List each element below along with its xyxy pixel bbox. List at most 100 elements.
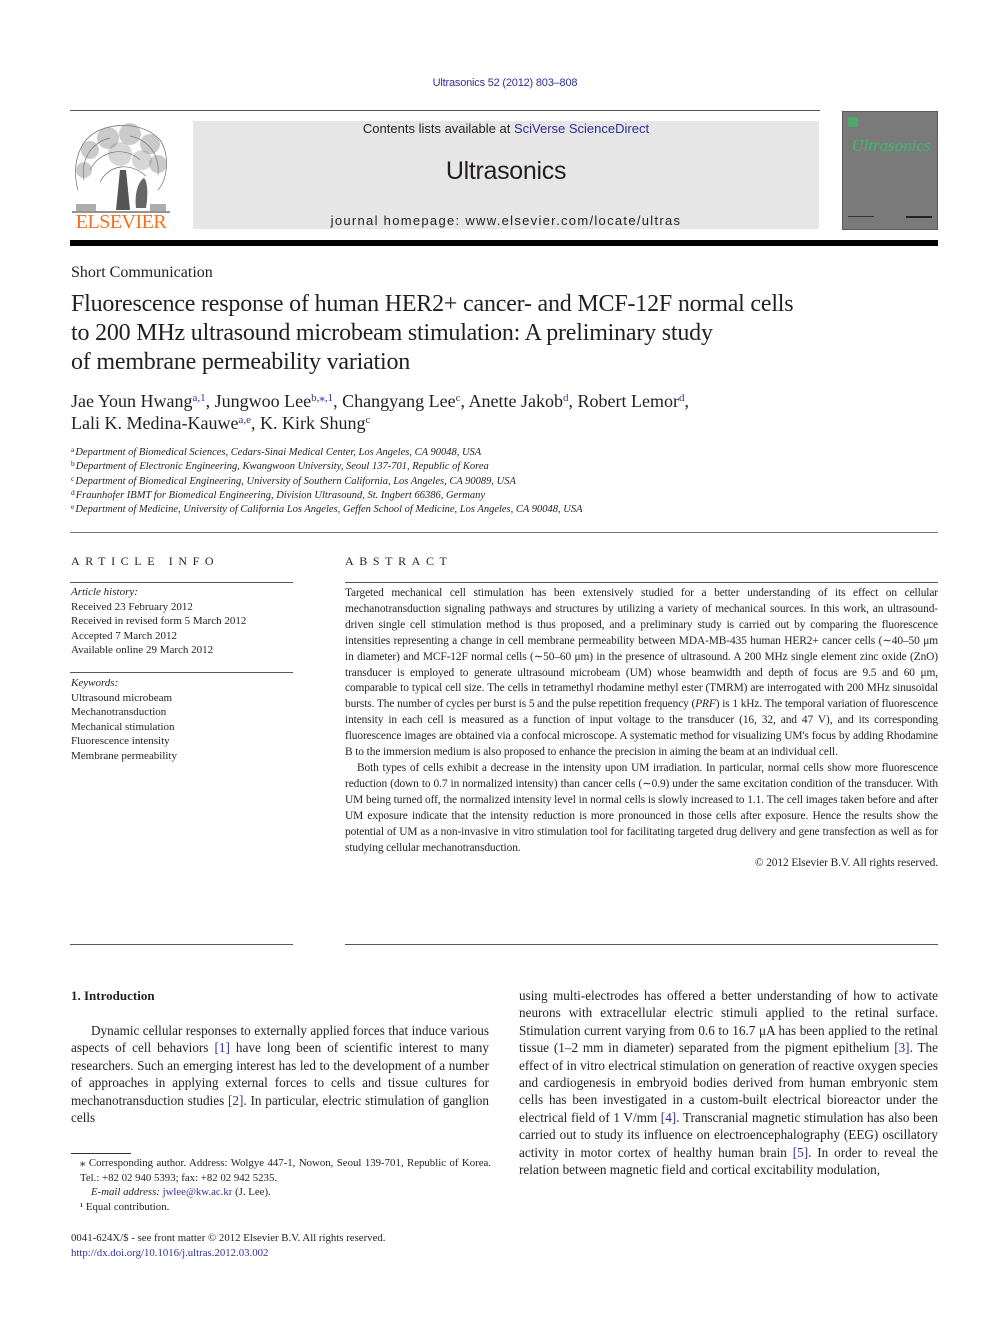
- keyword: Fluorescence intensity: [71, 735, 170, 747]
- article-type: Short Communication: [71, 264, 213, 281]
- abstract-paragraph: Targeted mechanical cell stimulation has…: [345, 587, 938, 759]
- affiliation-key: a: [71, 445, 75, 454]
- affiliation-text: Department of Biomedical Engineering, Un…: [75, 475, 516, 487]
- affiliation-text: Fraunhofer IBMT for Biomedical Engineeri…: [75, 489, 486, 501]
- affiliation-key: e: [71, 502, 75, 512]
- history-item: Available online 29 March 2012: [71, 644, 214, 656]
- front-matter: 0041-624X/$ - see front matter © 2012 El…: [71, 1231, 511, 1260]
- body-paragraph: Dynamic cellular responses to externally…: [71, 1023, 489, 1126]
- cover-decoration: [906, 216, 932, 218]
- header-thick-divider: [70, 240, 938, 246]
- author-list: Jae Youn Hwanga,1, Jungwoo Leeb,⁎,1, Cha…: [71, 390, 931, 434]
- body-column-right: using multi-electrodes has offered a bet…: [519, 987, 938, 1178]
- history-item: Received in revised form 5 March 2012: [71, 615, 247, 627]
- keyword: Membrane permeability: [71, 749, 177, 762]
- homepage-url[interactable]: www.elsevier.com/locate/ultras: [465, 213, 681, 228]
- citation-link[interactable]: [2]: [228, 1093, 243, 1108]
- doi-link[interactable]: http://dx.doi.org/10.1016/j.ultras.2012.…: [71, 1247, 268, 1259]
- footnotes: ⁎ Corresponding author. Address: Wolgye …: [71, 1156, 491, 1214]
- corresponding-author-footnote: ⁎ Corresponding author. Address: Wolgye …: [80, 1157, 491, 1184]
- author-affiliation-link[interactable]: a,e: [238, 414, 251, 426]
- divider: [345, 944, 938, 945]
- issn-line: 0041-624X/$ - see front matter © 2012 El…: [71, 1232, 386, 1244]
- author-name: Jae Youn Hwang: [71, 391, 193, 411]
- separator: ,: [684, 391, 689, 411]
- author-name: Changyang Lee: [342, 391, 456, 411]
- separator: ,: [205, 391, 215, 411]
- author-name: Robert Lemor: [577, 391, 679, 411]
- journal-citation-link[interactable]: Ultrasonics 52 (2012) 803–808: [0, 77, 992, 89]
- cover-decoration: [848, 216, 874, 217]
- article-history: Article history: Received 23 February 20…: [71, 585, 293, 658]
- sciencedirect-link[interactable]: SciVerse ScienceDirect: [514, 121, 649, 136]
- citation-link[interactable]: [3]: [894, 1040, 909, 1055]
- title-line: Fluorescence response of human HER2+ can…: [71, 291, 794, 317]
- author-affiliation-link[interactable]: c: [365, 414, 370, 426]
- affiliation: cDepartment of Biomedical Engineering, U…: [71, 473, 931, 489]
- journal-name: Ultrasonics: [445, 157, 567, 185]
- contents-line: Contents lists available at SciVerse Sci…: [193, 121, 819, 136]
- citation-link[interactable]: [1]: [214, 1040, 229, 1055]
- elsevier-wordmark: ELSEVIER: [75, 211, 167, 233]
- author-name: Lali K. Medina-Kauwe: [71, 413, 239, 433]
- footnote-divider: [71, 1153, 131, 1154]
- affiliation: eDepartment of Medicine, University of C…: [71, 503, 931, 517]
- affiliation-text: Department of Electronic Engineering, Kw…: [75, 461, 489, 473]
- email-link[interactable]: jwlee@kw.ac.kr: [163, 1186, 233, 1198]
- keyword: Ultrasound microbeam: [71, 691, 173, 704]
- prf-term: PRF: [695, 698, 716, 711]
- divider: [70, 532, 938, 533]
- copyright-notice: © 2012 Elsevier B.V. All rights reserved…: [754, 857, 938, 870]
- divider: [70, 582, 293, 583]
- history-item: Accepted 7 March 2012: [71, 629, 177, 642]
- top-divider: [70, 110, 820, 111]
- author-line: Jae Youn Hwanga,1, Jungwoo Leeb,⁎,1, Cha…: [71, 390, 931, 412]
- affiliation: aDepartment of Biomedical Sciences, Ceda…: [71, 446, 931, 460]
- author-affiliation-link[interactable]: a,1: [193, 392, 206, 404]
- homepage-prefix: journal homepage:: [330, 213, 466, 228]
- citation-link[interactable]: [4]: [661, 1110, 676, 1125]
- divider: [70, 672, 293, 673]
- separator: ,: [460, 391, 469, 411]
- affiliation: dFraunhofer IBMT for Biomedical Engineer…: [71, 489, 931, 503]
- history-item: Received 23 February 2012: [71, 600, 193, 613]
- equal-contribution-footnote: ¹ Equal contribution.: [80, 1200, 170, 1213]
- affiliation-text: Department of Medicine, University of Ca…: [75, 504, 583, 516]
- author-name: Jungwoo Lee: [214, 391, 312, 411]
- title-line: of membrane permeability variation: [71, 349, 411, 375]
- divider: [345, 582, 938, 583]
- author-affiliation-link[interactable]: b,⁎,1: [311, 392, 333, 404]
- body-column-left: Dynamic cellular responses to externally…: [71, 1022, 489, 1126]
- divider: [70, 944, 293, 945]
- citation-link[interactable]: [5]: [793, 1145, 808, 1160]
- affiliation-key: c: [71, 473, 75, 483]
- keywords: Keywords: Ultrasound microbeam Mechanotr…: [71, 676, 293, 763]
- email-suffix: (J. Lee).: [232, 1186, 271, 1199]
- section-heading-introduction: 1. Introduction: [71, 988, 155, 1003]
- journal-homepage: journal homepage: www.elsevier.com/locat…: [193, 213, 819, 228]
- abstract-paragraph: Both types of cells exhibit a decrease i…: [345, 761, 938, 854]
- separator: ,: [250, 413, 260, 433]
- affiliation-key: d: [71, 487, 75, 497]
- author-line: Lali K. Medina-Kauwea,e, K. Kirk Shungc: [71, 412, 931, 434]
- email-label: E-mail address:: [91, 1186, 163, 1199]
- title-line: to 200 MHz ultrasound microbeam stimulat…: [71, 320, 713, 346]
- affiliation-list: aDepartment of Biomedical Sciences, Ceda…: [71, 446, 931, 517]
- author-name: Anette Jakob: [468, 391, 563, 411]
- affiliation-text: Department of Biomedical Sciences, Cedar…: [75, 447, 482, 458]
- body-paragraph: using multi-electrodes has offered a bet…: [519, 988, 939, 1178]
- abstract-heading: ABSTRACT: [345, 554, 453, 568]
- separator: ,: [333, 391, 343, 411]
- cover-logo-icon: [848, 117, 858, 127]
- email-footnote: E-mail address: jwlee@kw.ac.kr (J. Lee).: [71, 1185, 491, 1200]
- keyword: Mechanotransduction: [71, 706, 167, 718]
- keywords-label: Keywords:: [71, 677, 119, 689]
- journal-cover-thumbnail: [842, 111, 938, 230]
- keyword: Mechanical stimulation: [71, 720, 175, 733]
- cover-title: Ultrasonics: [851, 136, 931, 155]
- article-title: Fluorescence response of human HER2+ can…: [71, 290, 931, 377]
- author-name: K. Kirk Shung: [259, 413, 366, 433]
- affiliation: bDepartment of Electronic Engineering, K…: [71, 460, 931, 474]
- contents-prefix: Contents lists available at: [362, 121, 514, 136]
- article-info-heading: ARTICLE INFO: [71, 554, 220, 568]
